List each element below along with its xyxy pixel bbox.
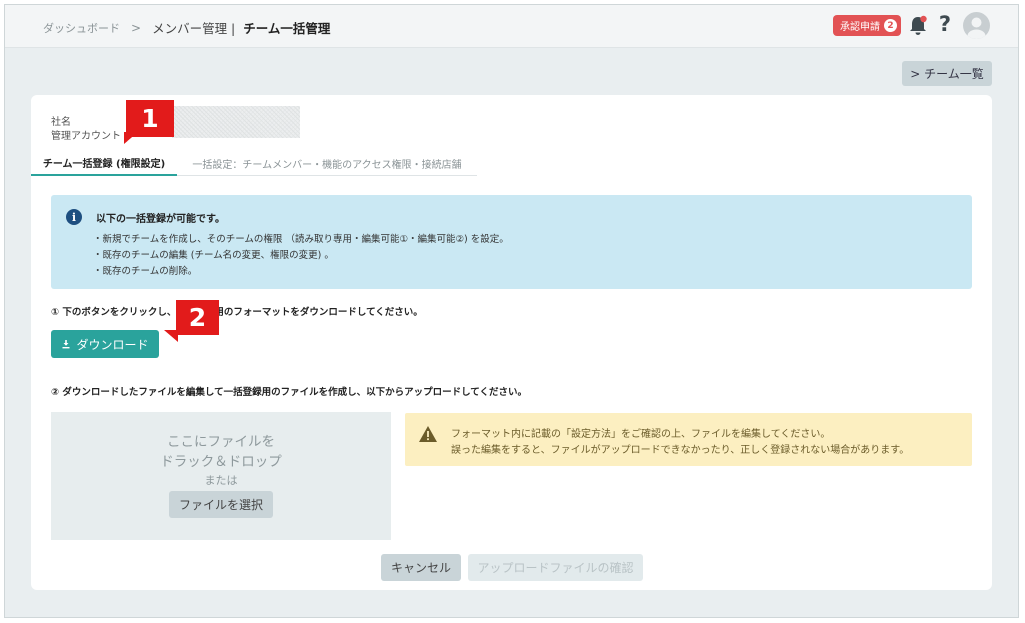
approval-count: 2 bbox=[884, 19, 897, 32]
approval-request-label: 承認申請 bbox=[840, 22, 880, 33]
tab-bulk-settings[interactable]: 一括設定：チームメンバー・機能のアクセス権限・接続店舗 bbox=[177, 151, 477, 176]
tab-bulk-team-registration[interactable]: チーム一括登録 (権限設定) bbox=[31, 151, 177, 176]
cancel-button[interactable]: キャンセル bbox=[381, 554, 461, 581]
confirm-upload-button[interactable]: アップロードファイルの確認 bbox=[468, 554, 643, 581]
dropzone-text-line1: ここにファイルを bbox=[167, 434, 275, 450]
info-line: ・新規でチームを作成し、そのチームの権限 （読み取り専用・編集可能①・編集可能②… bbox=[93, 234, 509, 245]
info-box: i 以下の一括登録が可能です。 ・新規でチームを作成し、そのチームの権限 （読み… bbox=[51, 195, 972, 289]
select-file-button[interactable]: ファイルを選択 bbox=[169, 491, 273, 518]
breadcrumb-members[interactable]: メンバー管理 | bbox=[152, 18, 235, 37]
masked-company-info bbox=[172, 106, 300, 138]
callout-number: 2 bbox=[188, 303, 207, 332]
bell-icon[interactable] bbox=[908, 15, 928, 37]
warning-icon bbox=[419, 426, 437, 442]
info-line: ・既存のチームの編集 (チーム名の変更、権限の変更) 。 bbox=[93, 250, 334, 261]
callout-marker-2: 2 bbox=[164, 300, 219, 342]
step1-instruction: ① 下のボタンをクリックし、一括登録用のフォーマットをダウンロードしてください。 bbox=[51, 307, 423, 318]
main-card: 社名 管理アカウント チーム一括登録 (権限設定) 一括設定：チームメンバー・機… bbox=[31, 95, 992, 590]
download-button-label: ダウンロード bbox=[76, 337, 149, 352]
dropzone-text-line2: ドラック＆ドロップ bbox=[160, 454, 282, 470]
approval-request-badge[interactable]: 承認申請 2 bbox=[833, 15, 901, 36]
download-icon bbox=[62, 340, 70, 349]
app-frame: ダッシュボード > メンバー管理 | チーム一括管理 承認申請 2 ? > チー… bbox=[4, 4, 1019, 618]
page-title: チーム一括管理 bbox=[243, 21, 331, 36]
company-name-label: 社名 bbox=[51, 117, 71, 128]
dropzone-or: または bbox=[204, 474, 238, 487]
callout-number: 1 bbox=[141, 104, 159, 133]
warning-line2: 誤った編集をすると、ファイルがアップロードできなかったり、正しく登録されない場合… bbox=[451, 445, 910, 456]
avatar[interactable] bbox=[963, 12, 990, 39]
top-bar: ダッシュボード > メンバー管理 | チーム一括管理 承認申請 2 ? bbox=[5, 5, 1018, 48]
team-list-button[interactable]: > チーム一覧 bbox=[902, 61, 992, 86]
admin-account-label: 管理アカウント bbox=[51, 131, 121, 142]
warning-box: フォーマット内に記載の「設定方法」をご確認の上、ファイルを編集してください。 誤… bbox=[405, 413, 972, 466]
callout-marker-1: 1 bbox=[124, 100, 174, 144]
download-button[interactable]: ダウンロード bbox=[51, 330, 159, 358]
file-dropzone[interactable]: ここにファイルを ドラック＆ドロップ または ファイルを選択 bbox=[51, 412, 391, 540]
help-icon[interactable]: ? bbox=[935, 12, 955, 36]
breadcrumb-dashboard[interactable]: ダッシュボード bbox=[43, 20, 120, 36]
breadcrumb-separator: > bbox=[131, 20, 142, 35]
step2-instruction: ② ダウンロードしたファイルを編集して一括登録用のファイルを作成し、以下からアッ… bbox=[51, 387, 527, 398]
info-title: 以下の一括登録が可能です。 bbox=[96, 214, 225, 225]
info-icon: i bbox=[66, 209, 82, 225]
breadcrumb: ダッシュボード > メンバー管理 | チーム一括管理 bbox=[43, 18, 330, 37]
warning-line1: フォーマット内に記載の「設定方法」をご確認の上、ファイルを編集してください。 bbox=[451, 429, 831, 440]
info-line: ・既存のチームの削除。 bbox=[93, 266, 198, 277]
